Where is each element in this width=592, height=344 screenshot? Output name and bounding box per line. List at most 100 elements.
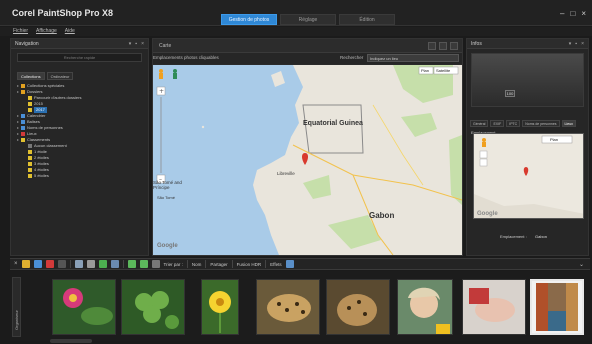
organizer-side-label: Organiseur [14, 310, 19, 330]
map-header: Carte [153, 39, 462, 53]
info-map[interactable]: Plan Google [473, 133, 584, 219]
folder-icon [28, 156, 32, 160]
map-type-plan[interactable]: Plan [421, 68, 429, 73]
hdr-merge-button[interactable]: Fusion HDR [237, 262, 262, 267]
map-subtitle: Emplacements photos cliquables [153, 55, 219, 60]
filmstrip-scrollbar[interactable] [50, 339, 92, 343]
thumb-baby[interactable] [462, 279, 526, 335]
thumb-venice-canal[interactable] [530, 279, 584, 335]
share-button[interactable]: Partager [210, 262, 227, 267]
info-title: Infos [471, 41, 482, 47]
menu-fichier[interactable]: Fichier [13, 27, 28, 36]
grid-view-icon[interactable] [439, 42, 447, 50]
tab-edition[interactable]: Édition [339, 14, 395, 25]
tab-gestion[interactable]: Gestion de photos [221, 14, 277, 25]
info-icon[interactable] [110, 260, 119, 268]
maximize-button[interactable]: □ [570, 9, 575, 18]
tab-collections[interactable]: Collections [17, 72, 45, 80]
close-button[interactable]: × [581, 9, 586, 18]
thumb-yellow-flower[interactable] [201, 279, 239, 335]
effects-button[interactable]: Effets [270, 262, 281, 267]
tag-icon[interactable] [98, 260, 107, 268]
folder-icon [21, 90, 25, 94]
thumb-clover[interactable] [121, 279, 185, 335]
tab-general[interactable]: Général [470, 120, 489, 127]
folder-icon [21, 126, 25, 130]
pin-icon[interactable]: ▪ [135, 39, 137, 49]
menu-aide[interactable]: Aide [65, 27, 75, 36]
dropdown-icon[interactable]: ▾ [129, 39, 132, 49]
camera-icon[interactable] [285, 260, 294, 268]
map-view-icon[interactable] [450, 42, 458, 50]
undo-icon[interactable] [127, 260, 136, 268]
person-icon[interactable] [74, 260, 83, 268]
map-type-satellite[interactable]: Satellite [436, 68, 450, 73]
tree-item[interactable]: 5 étoiles [17, 173, 148, 179]
select-all-icon[interactable] [151, 260, 160, 268]
thumb-leopard-1[interactable] [256, 279, 320, 335]
title-bar: Corel PaintShop Pro X8 Gestion de photos… [0, 0, 592, 26]
info-header: Infos ▾ ▪ × [467, 39, 588, 49]
thumb-pink-flower[interactable] [52, 279, 116, 335]
organizer-side-tab[interactable]: Organiseur [12, 277, 21, 337]
menu-bar: Fichier Affichage Aide [0, 27, 592, 36]
redo-icon[interactable] [139, 260, 148, 268]
navigation-title: Navigation [15, 41, 39, 47]
tab-noms[interactable]: Noms de personnes [522, 120, 560, 127]
map-label-sao-tome-city: São Tomé [157, 195, 175, 200]
folder-icon [28, 168, 32, 172]
close-icon[interactable]: × [581, 39, 584, 49]
map-search-input[interactable]: Indiquez un lieu [367, 54, 459, 62]
compare-icon[interactable] [33, 260, 42, 268]
thumb-leopard-2[interactable] [326, 279, 390, 335]
navigation-tabs: Collections Ordinateur [17, 72, 142, 80]
tab-iptc[interactable]: IPTC [506, 120, 521, 127]
map-title: Carte [159, 43, 172, 49]
sort-value[interactable]: Nom [192, 262, 202, 267]
map-view[interactable]: + – Plan Satellite Equatorial Guinea Gab… [153, 65, 462, 255]
delete-icon[interactable] [57, 260, 66, 268]
info-preview: 100 [471, 53, 584, 107]
navigation-header: Navigation ▾ ▪ × [11, 39, 148, 49]
map-label-eq-guinea: Equatorial Guinea [303, 120, 363, 127]
minimize-button[interactable]: – [560, 9, 564, 18]
collections-tree: ▸ Collections spéciales ▸ Dossiers Parcourir… [17, 83, 148, 179]
thumb-woman-portrait[interactable] [397, 279, 453, 335]
folder-icon [21, 132, 25, 136]
map-search-label: Rechercher [340, 55, 364, 60]
filmstrip: Organiseur [10, 271, 590, 341]
tab-lieux[interactable]: Lieux [561, 120, 576, 127]
collapse-icon[interactable]: ⌄ [579, 261, 584, 268]
menu-affichage[interactable]: Affichage [36, 27, 57, 36]
folder-icon [28, 96, 32, 100]
folder-icon [21, 120, 25, 124]
organizer-toolbar: × Trier par : Nom Partager Fusion HDR Ef… [10, 258, 590, 270]
folder-icon [28, 150, 32, 154]
map-label-sao-tome: São Tomé and Príncipe [153, 180, 182, 190]
close-icon[interactable]: × [141, 39, 144, 49]
tab-reglage[interactable]: Réglage [280, 14, 336, 25]
mode-tabs: Gestion de photos Réglage Édition [221, 14, 398, 25]
tab-exif[interactable]: EXIF [490, 120, 505, 127]
svg-text:+: + [159, 88, 164, 95]
close-icon[interactable]: × [14, 261, 18, 267]
info-preview-label: 100 [505, 90, 515, 97]
rotate-icon[interactable] [45, 260, 54, 268]
window-controls: – □ × [560, 9, 586, 18]
folder-icon [21, 114, 25, 118]
tab-ordinateur[interactable]: Ordinateur [46, 72, 74, 80]
folder-icon [28, 162, 32, 166]
photo-view-icon[interactable] [428, 42, 436, 50]
info-location-value: Gabon [535, 234, 548, 239]
sort-label: Trier par : [163, 261, 183, 267]
pin-icon[interactable]: ▪ [575, 39, 577, 49]
dropdown-icon[interactable]: ▾ [569, 39, 572, 49]
quick-search-input[interactable]: Recherche rapide [17, 53, 142, 62]
grid-icon[interactable] [21, 260, 30, 268]
info-tabs: Général EXIF IPTC Noms de personnes Lieu… [470, 120, 585, 127]
info-map-type[interactable]: Plan [550, 137, 558, 142]
tree-item-label: 5 étoiles [34, 173, 49, 178]
print-icon[interactable] [86, 260, 95, 268]
map-label-gabon: Gabon [369, 211, 395, 220]
folder-icon [28, 102, 32, 106]
